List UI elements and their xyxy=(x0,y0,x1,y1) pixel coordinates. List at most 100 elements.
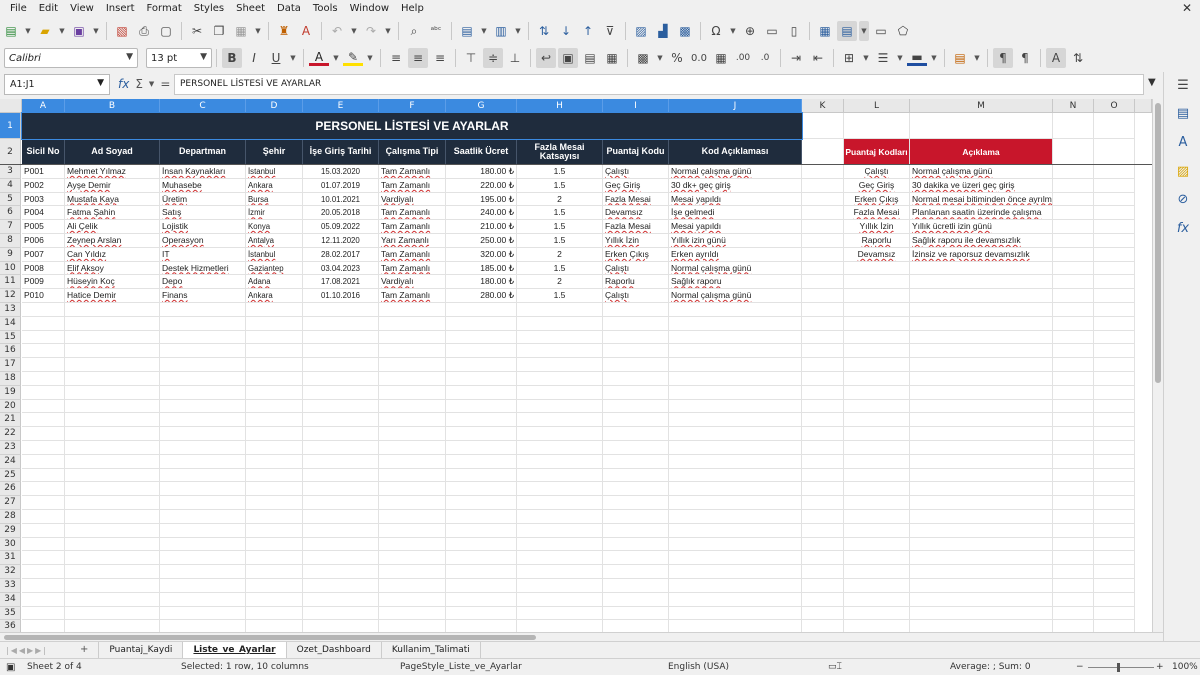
data-cell[interactable]: 01.07.2019 xyxy=(303,178,379,193)
grid-cell[interactable] xyxy=(22,413,65,428)
row-header[interactable]: 28 xyxy=(0,510,21,524)
grid-cell[interactable] xyxy=(65,523,160,538)
data-cell[interactable]: Lojistik xyxy=(160,220,246,234)
grid-cell[interactable] xyxy=(22,303,65,317)
code-cell[interactable]: Çalıştı xyxy=(844,165,910,179)
data-cell[interactable]: 220.00 ₺ xyxy=(446,178,517,193)
grid-cell[interactable] xyxy=(517,316,603,331)
highlight-color-icon[interactable]: ✎ xyxy=(343,50,363,66)
grid-cell[interactable] xyxy=(1094,579,1135,593)
grid-cell[interactable] xyxy=(22,454,65,469)
grid-cell[interactable] xyxy=(1053,427,1094,441)
zoom-slider[interactable] xyxy=(1088,667,1154,668)
grid-cell[interactable] xyxy=(802,496,844,510)
grid-cell[interactable] xyxy=(910,413,1053,428)
font-name-combo[interactable]: Calibri ▼ xyxy=(4,48,138,68)
grid-cell[interactable] xyxy=(844,427,910,441)
grid-cell[interactable] xyxy=(22,482,65,497)
grid-cell[interactable] xyxy=(844,592,910,607)
spreadsheet-grid[interactable]: A B C D E F G H I J K L M N O 1 2 3 4 5 6 7 8 9 10 11 12 13 14 15 16 17… xyxy=(0,99,1152,632)
grid-cell[interactable] xyxy=(910,441,1053,455)
data-cell[interactable]: Adana xyxy=(246,275,303,290)
grid-cell[interactable] xyxy=(802,165,844,179)
grid-cell[interactable] xyxy=(1053,289,1094,303)
grid-cell[interactable] xyxy=(303,316,379,331)
grid-cell[interactable] xyxy=(65,344,160,359)
row-header[interactable]: 27 xyxy=(0,496,21,510)
data-cell[interactable]: Ankara xyxy=(246,289,303,303)
grid-cell[interactable] xyxy=(65,399,160,414)
grid-cell[interactable] xyxy=(844,620,910,632)
grid-cell[interactable] xyxy=(517,413,603,428)
borders-dropdown-icon[interactable]: ▼ xyxy=(861,48,871,68)
grid-cell[interactable] xyxy=(22,537,65,552)
row-header[interactable]: 9 xyxy=(0,247,21,262)
codes-header[interactable]: Puantaj Kodları xyxy=(844,139,910,165)
text-direction-horizontal-icon[interactable]: A xyxy=(1046,48,1066,68)
menu-insert[interactable]: Insert xyxy=(100,0,141,17)
grid-cell[interactable] xyxy=(1094,206,1135,221)
grid-cell[interactable] xyxy=(1053,192,1094,207)
redo-icon[interactable]: ↷ xyxy=(361,21,381,41)
hyperlink-icon[interactable]: ⊕ xyxy=(740,21,760,41)
row-header[interactable]: 3 xyxy=(0,165,21,179)
grid-cell[interactable] xyxy=(246,330,303,345)
data-cell[interactable]: Vardiyalı xyxy=(379,275,446,290)
grid-cell[interactable] xyxy=(246,551,303,566)
row-header[interactable]: 26 xyxy=(0,482,21,497)
grid-cell[interactable] xyxy=(910,579,1053,593)
grid-cell[interactable] xyxy=(303,620,379,632)
sum-icon[interactable]: Σ xyxy=(135,77,143,91)
grid-cell[interactable] xyxy=(844,523,910,538)
grid-cell[interactable] xyxy=(22,427,65,441)
column-header-j[interactable]: J xyxy=(669,99,802,113)
sheet-tab[interactable]: Puantaj_Kaydi xyxy=(99,642,184,658)
grid-cell[interactable] xyxy=(802,551,844,566)
grid-cell[interactable] xyxy=(303,413,379,428)
grid-cell[interactable] xyxy=(910,358,1053,372)
data-cell[interactable]: Raporlu xyxy=(603,275,669,290)
clone-formatting-icon[interactable]: ♜ xyxy=(274,21,294,41)
grid-cell[interactable] xyxy=(246,537,303,552)
data-cell[interactable]: Konya xyxy=(246,220,303,234)
grid-cell[interactable] xyxy=(802,606,844,621)
column-title[interactable]: Çalışma Tipi xyxy=(379,139,446,165)
grid-cell[interactable] xyxy=(1053,579,1094,593)
row-header[interactable]: 17 xyxy=(0,358,21,372)
column-header-o[interactable]: O xyxy=(1094,99,1135,113)
data-cell[interactable]: İstanbul xyxy=(246,165,303,179)
row-header[interactable]: 21 xyxy=(0,413,21,428)
grid-cell[interactable] xyxy=(22,372,65,386)
grid-cell[interactable] xyxy=(910,427,1053,441)
grid-cell[interactable] xyxy=(1094,427,1135,441)
data-cell[interactable]: 1.5 xyxy=(517,220,603,234)
code-cell[interactable]: Normal çalışma günü xyxy=(910,165,1053,179)
grid-cell[interactable] xyxy=(517,303,603,317)
align-middle-icon[interactable]: ≑ xyxy=(483,48,503,68)
merge-cells-icon[interactable]: ▤ xyxy=(580,48,600,68)
code-cell[interactable]: Erken Çıkış xyxy=(844,192,910,207)
grid-cell[interactable] xyxy=(910,496,1053,510)
chevron-down-icon[interactable]: ▼ xyxy=(200,52,207,62)
column-header-m[interactable]: M xyxy=(910,99,1053,113)
grid-cell[interactable] xyxy=(246,565,303,579)
grid-cell[interactable] xyxy=(844,510,910,524)
currency-dropdown-icon[interactable]: ▼ xyxy=(655,48,665,68)
grid-cell[interactable] xyxy=(669,468,802,483)
grid-cell[interactable] xyxy=(802,139,844,165)
grid-cell[interactable] xyxy=(844,289,910,303)
grid-cell[interactable] xyxy=(379,303,446,317)
find-replace-icon[interactable]: ⌕ xyxy=(404,21,424,41)
grid-cell[interactable] xyxy=(517,537,603,552)
grid-cell[interactable] xyxy=(160,523,246,538)
grid-cell[interactable] xyxy=(669,565,802,579)
undo-dropdown-icon[interactable]: ▼ xyxy=(349,21,359,41)
grid-cell[interactable] xyxy=(844,344,910,359)
data-cell[interactable]: Satış xyxy=(160,206,246,221)
grid-cell[interactable] xyxy=(844,316,910,331)
data-cell[interactable]: P007 xyxy=(22,247,65,262)
grid-cell[interactable] xyxy=(517,523,603,538)
grid-cell[interactable] xyxy=(910,344,1053,359)
show-draw-functions-icon[interactable]: ⬠ xyxy=(893,21,913,41)
column-header-n[interactable]: N xyxy=(1053,99,1094,113)
